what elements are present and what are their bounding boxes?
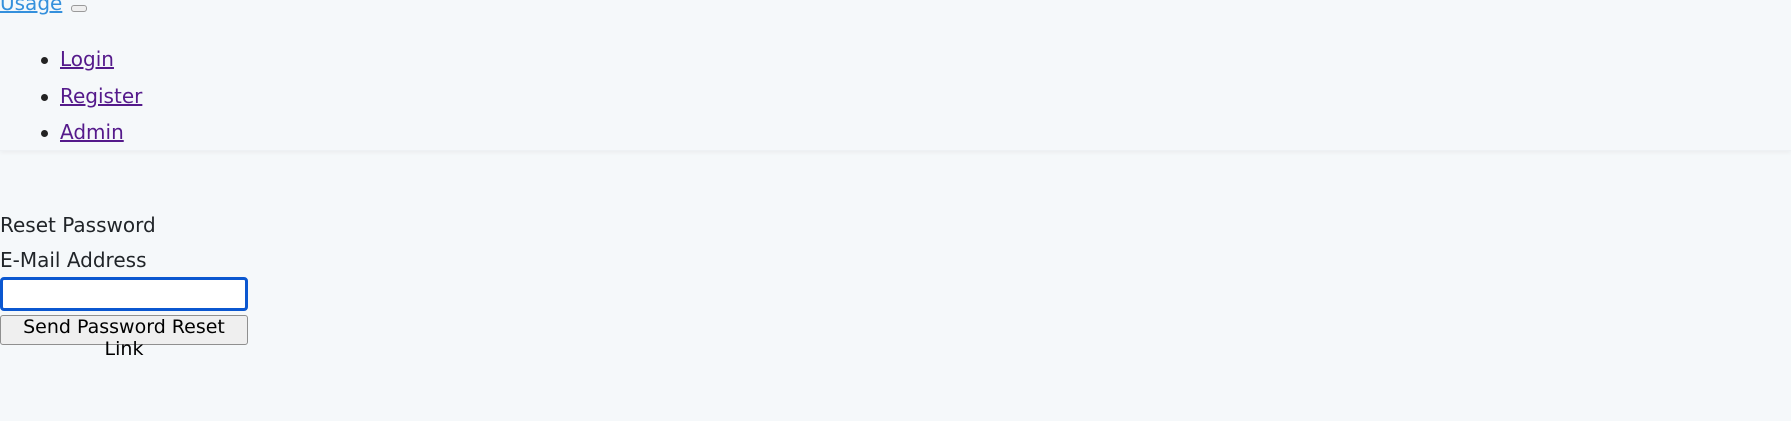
email-field[interactable]	[0, 277, 248, 311]
bullet-icon	[41, 93, 48, 101]
bullet-icon	[41, 57, 48, 64]
register-link[interactable]: Register	[60, 83, 142, 109]
card-header-title: Reset Password	[0, 213, 156, 237]
email-label: E-Mail Address	[0, 248, 147, 272]
bullet-icon	[41, 130, 48, 137]
navbar: Usage Login Register Admin	[0, 0, 1791, 151]
navbar-toggler-button[interactable]	[71, 5, 87, 12]
send-reset-link-button[interactable]: Send Password Reset Link	[0, 315, 248, 360]
login-link[interactable]: Login	[60, 46, 114, 72]
brand-link[interactable]: Usage	[0, 0, 62, 15]
admin-link[interactable]: Admin	[60, 119, 124, 145]
